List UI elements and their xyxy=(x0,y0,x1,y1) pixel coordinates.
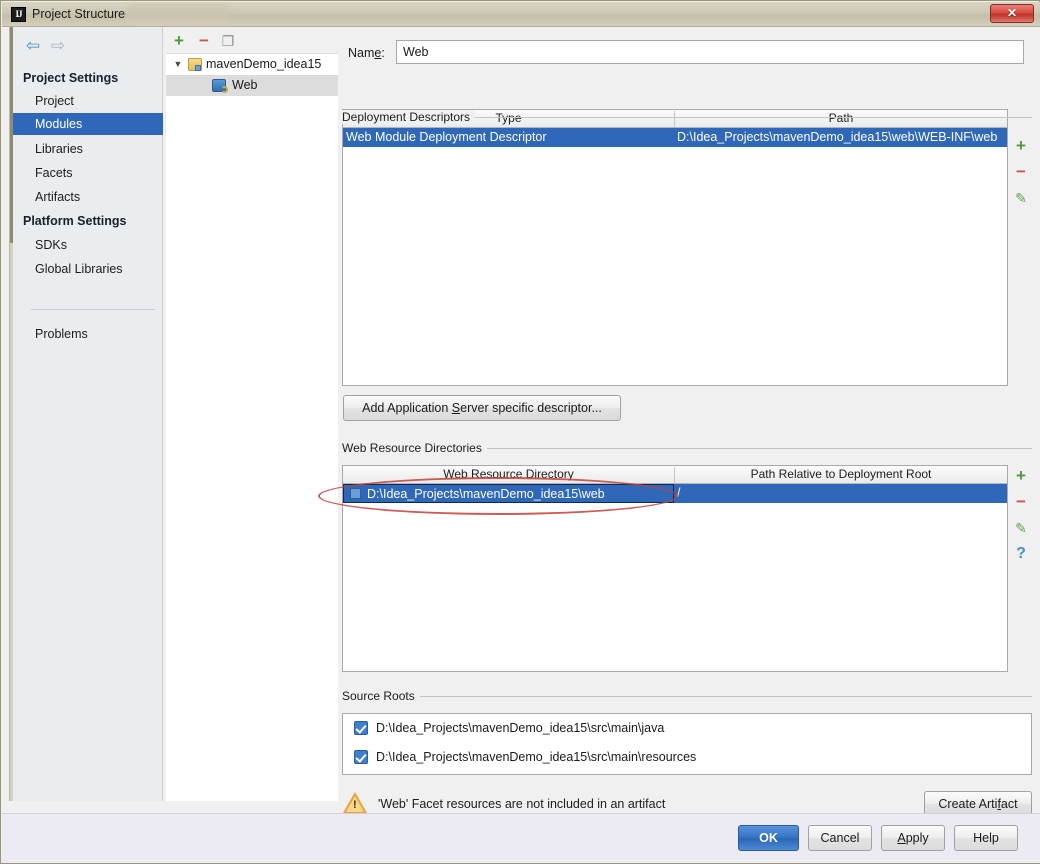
name-label-text: Nam xyxy=(348,46,375,60)
add-web-resource-icon[interactable]: + xyxy=(1010,465,1032,487)
edit-web-resource-icon[interactable]: ✎ xyxy=(1010,517,1032,539)
navigation-arrows: ⇦ ⇨ xyxy=(13,35,163,61)
tree-row[interactable]: Web xyxy=(166,75,338,96)
list-item[interactable]: D:\Idea_Projects\mavenDemo_idea15\src\ma… xyxy=(343,714,1031,743)
module-name-input[interactable] xyxy=(396,40,1024,64)
btn-label-mnemonic: S xyxy=(451,401,461,415)
table-row[interactable]: Web Module Deployment Descriptor D:\Idea… xyxy=(343,128,1007,147)
btn-label-pre: Help xyxy=(973,831,999,845)
source-roots-list[interactable]: D:\Idea_Projects\mavenDemo_idea15\src\ma… xyxy=(342,713,1032,775)
name-field-label: Name: xyxy=(348,46,385,60)
back-arrow-icon[interactable]: ⇦ xyxy=(23,37,43,55)
sidebar-item-global-libraries[interactable]: Global Libraries xyxy=(13,258,163,280)
folder-module-icon xyxy=(188,58,202,71)
warning-bang: ! xyxy=(353,799,357,811)
cell-type: Web Module Deployment Descriptor xyxy=(346,130,547,144)
title-bar[interactable]: IJ Project Structure ✕ xyxy=(2,2,1040,27)
list-item[interactable]: D:\Idea_Projects\mavenDemo_idea15\src\ma… xyxy=(343,743,1031,772)
source-roots-caption: Source Roots xyxy=(342,689,420,703)
sidebar-group-project-settings: Project Settings xyxy=(23,71,119,85)
btn-label-post: erver specific descriptor... xyxy=(460,401,602,415)
directory-icon xyxy=(350,488,361,499)
edit-descriptor-icon[interactable]: ✎ xyxy=(1010,187,1032,209)
sidebar-item-modules[interactable]: Modules xyxy=(13,113,163,135)
help-button[interactable]: Help xyxy=(954,825,1018,851)
add-descriptor-icon[interactable]: + xyxy=(1010,135,1032,157)
cell-web-resource-directory[interactable]: D:\Idea_Projects\mavenDemo_idea15\web xyxy=(343,484,674,503)
dialog-button-bar: OK Cancel Apply Help xyxy=(2,813,1040,863)
btn-label-post: pply xyxy=(905,831,929,845)
module-tree-toolbar: + − ❐ xyxy=(163,31,338,55)
column-header-web-resource-directory[interactable]: Web Resource Directory xyxy=(343,466,674,483)
ok-button[interactable]: OK xyxy=(738,825,799,851)
table-row[interactable]: D:\Idea_Projects\mavenDemo_idea15\web / xyxy=(343,484,1007,503)
source-root-path: D:\Idea_Projects\mavenDemo_idea15\src\ma… xyxy=(376,750,697,764)
deployment-descriptors-action-rail: + − ✎ xyxy=(1010,135,1032,215)
dialog-content: ⇦ ⇨ Project Settings Project Modules Lib… xyxy=(2,27,1040,837)
btn-label-pre: Create Arti xyxy=(938,797,998,811)
source-root-path: D:\Idea_Projects\mavenDemo_idea15\src\ma… xyxy=(376,721,665,735)
cancel-button[interactable]: Cancel xyxy=(808,825,872,851)
source-root-checkbox[interactable] xyxy=(354,721,368,735)
btn-label-pre: Add Application xyxy=(362,401,452,415)
project-structure-dialog: IJ Project Structure ✕ ⇦ ⇨ Project Setti… xyxy=(0,0,1040,864)
tree-node-label: Web xyxy=(232,78,258,92)
cell-path: D:\Idea_Projects\mavenDemo_idea15\web\WE… xyxy=(677,130,998,144)
sidebar-item-artifacts[interactable]: Artifacts xyxy=(13,186,163,208)
add-application-server-descriptor-button[interactable]: Add Application Server specific descript… xyxy=(343,395,621,421)
btn-label-mnemonic: A xyxy=(897,831,906,845)
sidebar-item-sdks[interactable]: SDKs xyxy=(13,234,163,256)
warning-message: 'Web' Facet resources are not included i… xyxy=(378,797,666,811)
sidebar-item-libraries[interactable]: Libraries xyxy=(13,138,163,160)
copy-module-icon[interactable]: ❐ xyxy=(218,31,238,51)
module-tree-panel: + − ❐ ▼ mavenDemo_idea15 Web xyxy=(163,27,338,801)
sidebar-item-problems[interactable]: Problems xyxy=(13,323,163,345)
remove-module-icon[interactable]: − xyxy=(194,31,214,51)
web-resource-directories-caption: Web Resource Directories xyxy=(342,441,487,455)
remove-descriptor-icon[interactable]: − xyxy=(1010,161,1032,183)
deployment-descriptors-table[interactable]: Type Path Web Module Deployment Descript… xyxy=(342,109,1008,386)
source-root-checkbox[interactable] xyxy=(354,750,368,764)
web-resource-directories-action-rail: + − ✎ ? xyxy=(1010,465,1032,570)
settings-sidebar: ⇦ ⇨ Project Settings Project Modules Lib… xyxy=(13,27,163,801)
sidebar-divider xyxy=(31,309,155,310)
column-header-path[interactable]: Path xyxy=(675,110,1007,127)
cell-web-resource-directory-label: D:\Idea_Projects\mavenDemo_idea15\web xyxy=(367,487,605,501)
web-facet-icon xyxy=(212,79,228,93)
redacted-title-region xyxy=(128,4,230,24)
expand-collapse-icon[interactable]: ▼ xyxy=(172,54,184,75)
sidebar-item-facets[interactable]: Facets xyxy=(13,162,163,184)
help-web-resource-icon[interactable]: ? xyxy=(1010,543,1032,565)
remove-web-resource-icon[interactable]: − xyxy=(1010,491,1032,513)
web-resource-directories-table[interactable]: Web Resource Directory Path Relative to … xyxy=(342,465,1008,672)
forward-arrow-icon[interactable]: ⇨ xyxy=(48,37,68,55)
module-tree-list[interactable]: ▼ mavenDemo_idea15 Web xyxy=(166,53,338,801)
add-module-icon[interactable]: + xyxy=(169,31,189,51)
deployment-descriptors-caption: Deployment Descriptors xyxy=(342,110,476,124)
warning-triangle-icon: ! xyxy=(343,792,367,814)
web-resource-directories-table-header: Web Resource Directory Path Relative to … xyxy=(343,466,1007,484)
btn-label-pre: Cancel xyxy=(820,831,860,845)
tree-node-label: mavenDemo_idea15 xyxy=(206,57,322,71)
source-roots-rule xyxy=(342,696,1032,697)
sidebar-group-platform-settings: Platform Settings xyxy=(23,214,127,228)
name-label-colon: : xyxy=(381,46,385,60)
cell-path-relative: / xyxy=(677,486,681,500)
module-detail-pane: Name: Deployment Descriptors Type Path W… xyxy=(338,27,1040,801)
window-title: Project Structure xyxy=(32,7,126,21)
column-header-path-relative[interactable]: Path Relative to Deployment Root xyxy=(675,466,1007,483)
tree-row[interactable]: ▼ mavenDemo_idea15 xyxy=(166,54,338,75)
intellij-idea-icon: IJ xyxy=(11,7,26,22)
btn-label-post: act xyxy=(1000,797,1018,811)
close-window-button[interactable]: ✕ xyxy=(990,4,1034,23)
apply-button[interactable]: Apply xyxy=(881,825,945,851)
btn-label-pre: OK xyxy=(759,831,778,845)
sidebar-item-project[interactable]: Project xyxy=(13,90,163,112)
